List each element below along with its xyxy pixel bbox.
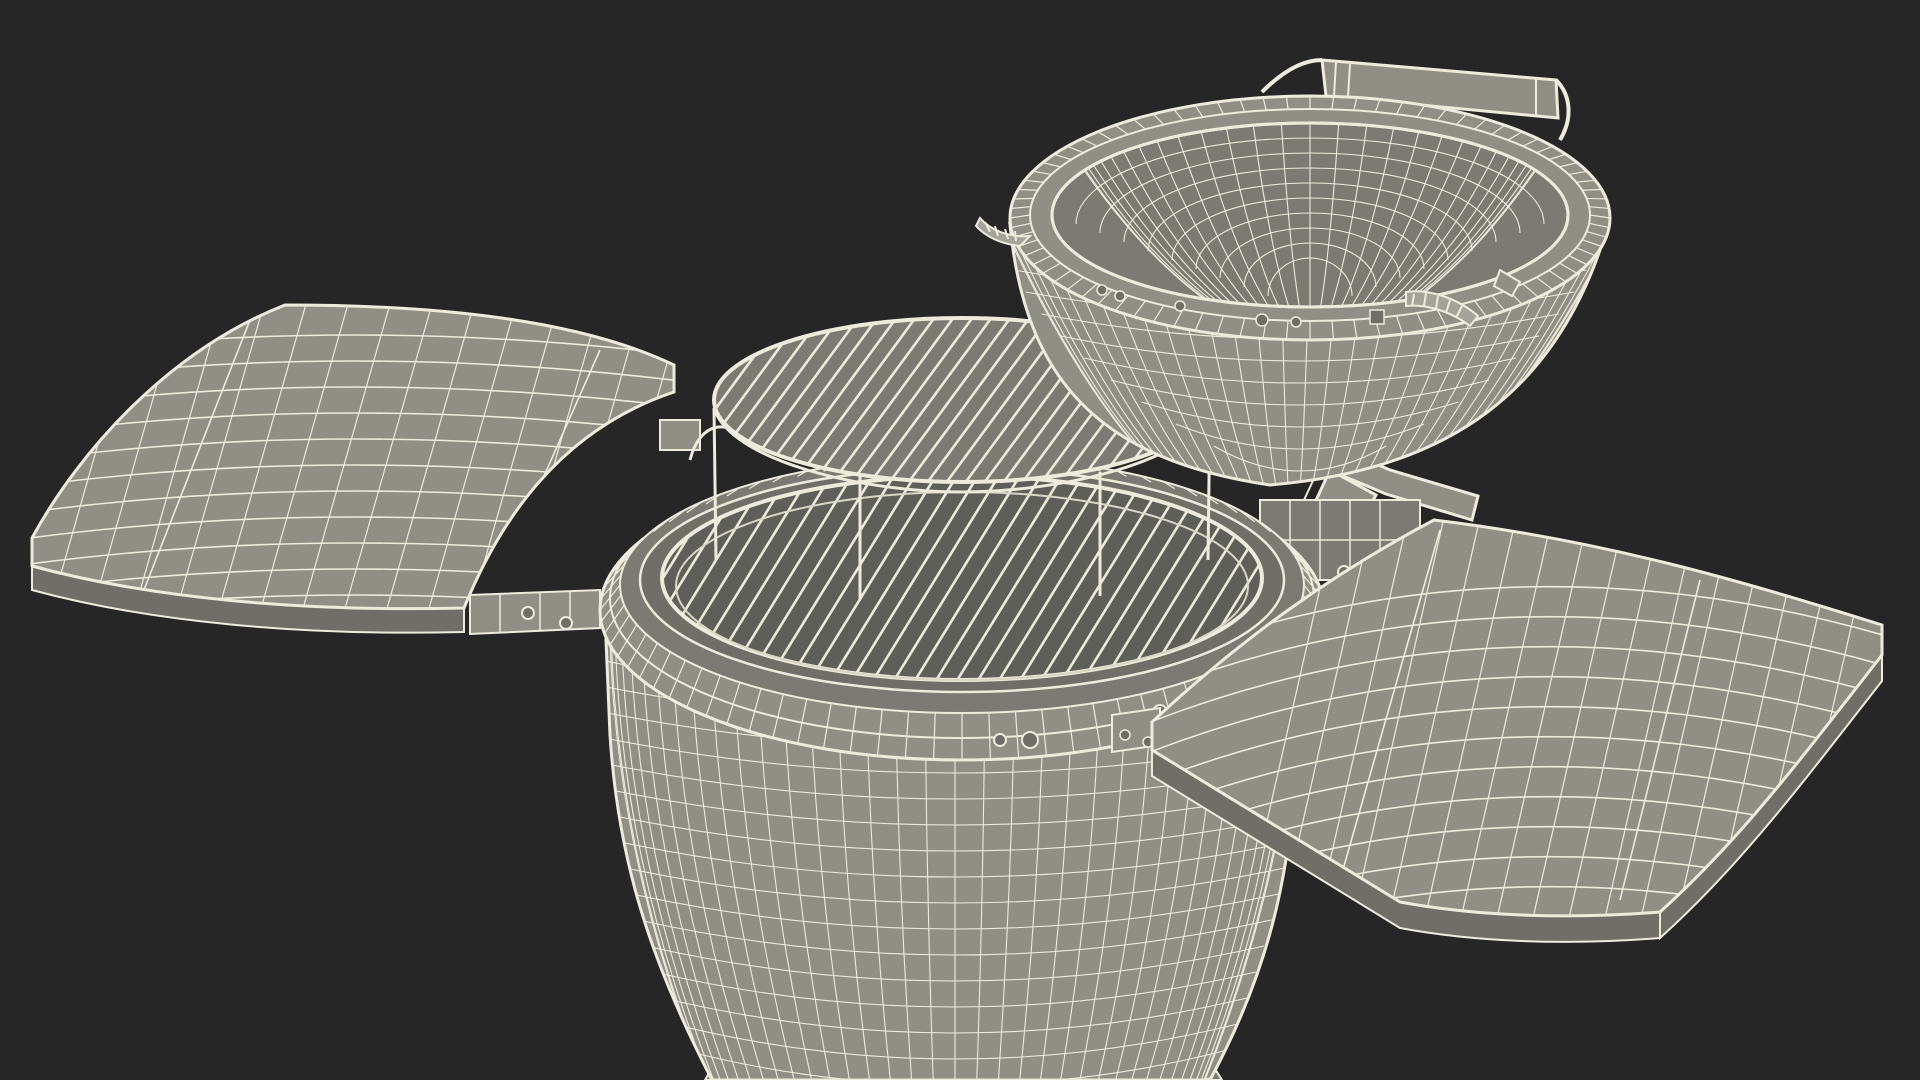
lid-rim-wire bbox=[1018, 188, 1038, 191]
lid-rim-wire bbox=[1582, 188, 1602, 191]
kamado-grill-render bbox=[30, 58, 1884, 1080]
shelf-wire bbox=[1851, 520, 1882, 916]
